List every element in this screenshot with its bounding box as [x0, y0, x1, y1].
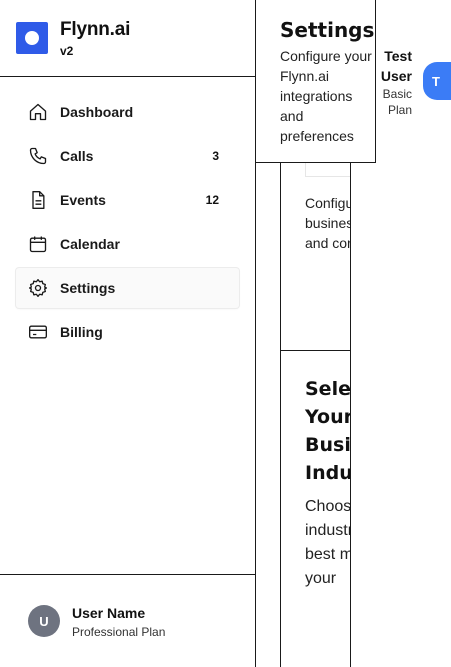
app-root: Flynn.ai v2 Dashboard Calls 3 Events 12 … — [0, 0, 451, 667]
document-icon — [28, 190, 48, 210]
gear-icon — [28, 278, 48, 298]
section-description: Configure your business industry and cor… — [305, 195, 350, 251]
sidebar-item-events[interactable]: Events 12 — [16, 180, 239, 220]
events-count-badge: 12 — [205, 193, 219, 207]
user-avatar-button[interactable]: T — [423, 62, 451, 100]
settings-header: Settings Configure your Flynn.ai integra… — [256, 0, 376, 163]
sidebar: Flynn.ai v2 Dashboard Calls 3 Events 12 … — [0, 0, 256, 667]
sidebar-item-settings[interactable]: Settings — [16, 268, 239, 308]
card-edge — [305, 163, 350, 177]
calendar-icon — [28, 234, 48, 254]
credit-card-icon — [28, 322, 48, 342]
top-user-info: Test User Basic Plan — [378, 46, 412, 118]
settings-content: Configure your business industry and cor… — [280, 163, 351, 667]
page-title: Settings — [280, 18, 375, 42]
industry-section-description: Choose the industry that best matches yo… — [305, 498, 351, 587]
user-footer[interactable]: U User Name Professional Plan — [0, 574, 255, 667]
calls-count-badge: 3 — [212, 149, 219, 163]
user-plan: Professional Plan — [72, 625, 166, 639]
sidebar-item-label: Events — [60, 192, 106, 208]
sidebar-item-label: Calls — [60, 148, 94, 164]
phone-icon — [28, 146, 48, 166]
brand-version: v2 — [60, 44, 74, 58]
sidebar-item-label: Billing — [60, 324, 103, 340]
user-name: User Name — [72, 605, 146, 621]
divider — [281, 350, 350, 351]
page-description: Configure your Flynn.ai integrations and… — [280, 48, 372, 144]
sidebar-item-label: Calendar — [60, 236, 120, 252]
sidebar-nav: Dashboard Calls 3 Events 12 Calendar Set… — [16, 92, 239, 356]
logo-icon — [16, 22, 48, 54]
sidebar-item-label: Dashboard — [60, 104, 134, 120]
avatar: U — [28, 605, 60, 637]
sidebar-item-calendar[interactable]: Calendar — [16, 224, 239, 264]
industry-section-title: Select Your Business Industry — [305, 378, 351, 484]
sidebar-item-dashboard[interactable]: Dashboard — [16, 92, 239, 132]
top-user-name: Test User — [380, 48, 412, 84]
sidebar-item-billing[interactable]: Billing — [16, 312, 239, 352]
sidebar-item-calls[interactable]: Calls 3 — [16, 136, 239, 176]
brand-header: Flynn.ai v2 — [0, 0, 255, 77]
sidebar-item-label: Settings — [60, 280, 116, 296]
top-user-plan: Basic Plan — [382, 87, 412, 117]
home-icon — [28, 102, 48, 122]
brand-name: Flynn.ai — [60, 19, 131, 40]
